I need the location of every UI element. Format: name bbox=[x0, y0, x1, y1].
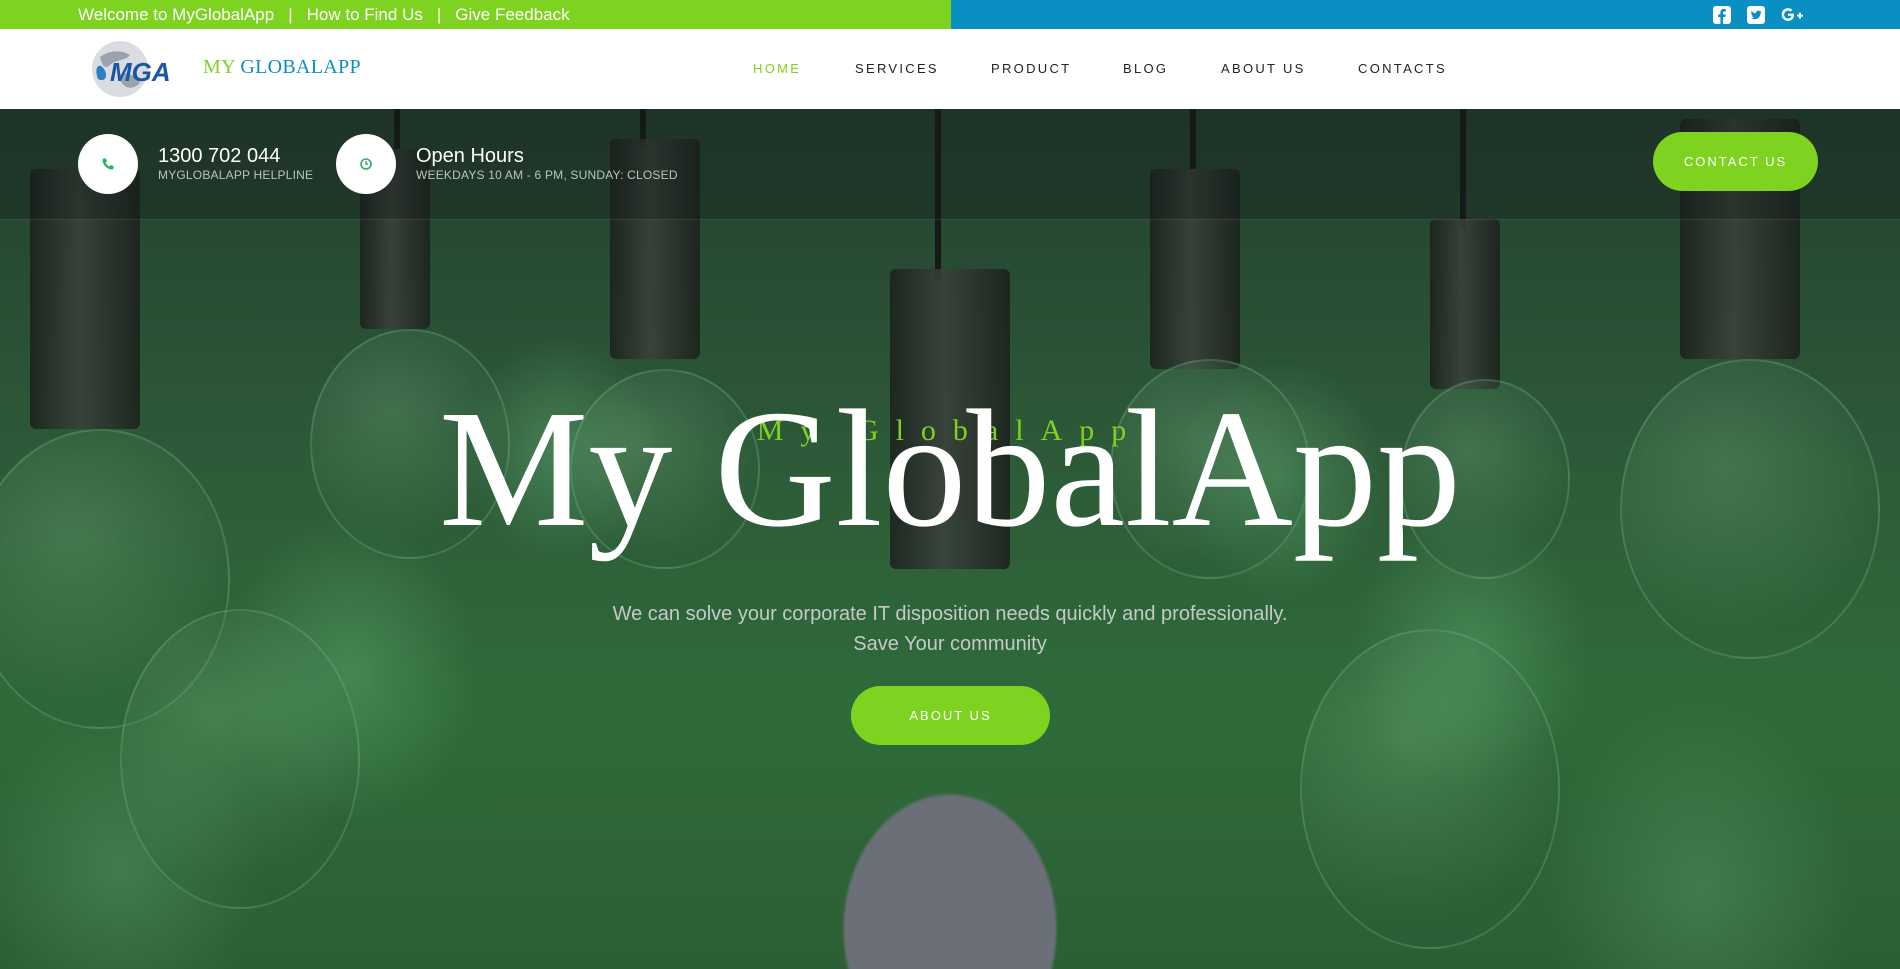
hero-description-line-2: Save Your community bbox=[853, 633, 1047, 655]
facebook-icon[interactable] bbox=[1712, 5, 1732, 25]
nav-contacts[interactable]: CONTACTS bbox=[1358, 61, 1447, 76]
nav-about-us[interactable]: ABOUT US bbox=[1221, 61, 1306, 76]
social-links bbox=[951, 0, 1900, 29]
hero-description-line-1: We can solve your corporate IT dispositi… bbox=[612, 603, 1288, 625]
hero-section: 1300 702 044 MYGLOBALAPP HELPLINE Open H… bbox=[0, 109, 1900, 969]
phone-number: 1300 702 044 bbox=[158, 145, 281, 167]
separator: | bbox=[288, 4, 293, 24]
hours-detail: WEEKDAYS 10 AM - 6 PM, SUNDAY: CLOSED bbox=[416, 168, 678, 182]
top-bar-links: Welcome to MyGlobalApp | How to Find Us … bbox=[0, 0, 951, 29]
hero-description: We can solve your corporate IT dispositi… bbox=[0, 599, 1900, 659]
feedback-link[interactable]: Give Feedback bbox=[455, 5, 569, 25]
contact-us-button[interactable]: CONTACT US bbox=[1653, 132, 1818, 191]
main-nav: HOME SERVICES PRODUCT BLOG ABOUT US CONT… bbox=[0, 29, 1900, 109]
twitter-icon[interactable] bbox=[1746, 5, 1766, 25]
find-us-link[interactable]: How to Find Us bbox=[307, 5, 423, 25]
helpline-label: MYGLOBALAPP HELPLINE bbox=[158, 168, 314, 182]
phone-icon bbox=[78, 134, 138, 194]
welcome-link[interactable]: Welcome to MyGlobalApp bbox=[78, 5, 274, 25]
top-bar: Welcome to MyGlobalApp | How to Find Us … bbox=[0, 0, 1900, 29]
nav-blog[interactable]: BLOG bbox=[1123, 61, 1168, 76]
about-us-button[interactable]: ABOUT US bbox=[851, 686, 1050, 745]
google-plus-icon[interactable] bbox=[1780, 5, 1808, 25]
main-header: MGA MY GLOBALAPP HOME SERVICES PRODUCT B… bbox=[0, 29, 1900, 109]
nav-home[interactable]: HOME bbox=[753, 61, 801, 76]
nav-services[interactable]: SERVICES bbox=[855, 61, 939, 76]
clock-icon bbox=[336, 134, 396, 194]
info-strip: 1300 702 044 MYGLOBALAPP HELPLINE Open H… bbox=[0, 109, 1900, 220]
hours-title: Open Hours bbox=[416, 145, 524, 167]
hero-title: My GlobalApp bbox=[439, 376, 1461, 562]
separator: | bbox=[436, 4, 442, 24]
nav-product[interactable]: PRODUCT bbox=[991, 61, 1071, 76]
